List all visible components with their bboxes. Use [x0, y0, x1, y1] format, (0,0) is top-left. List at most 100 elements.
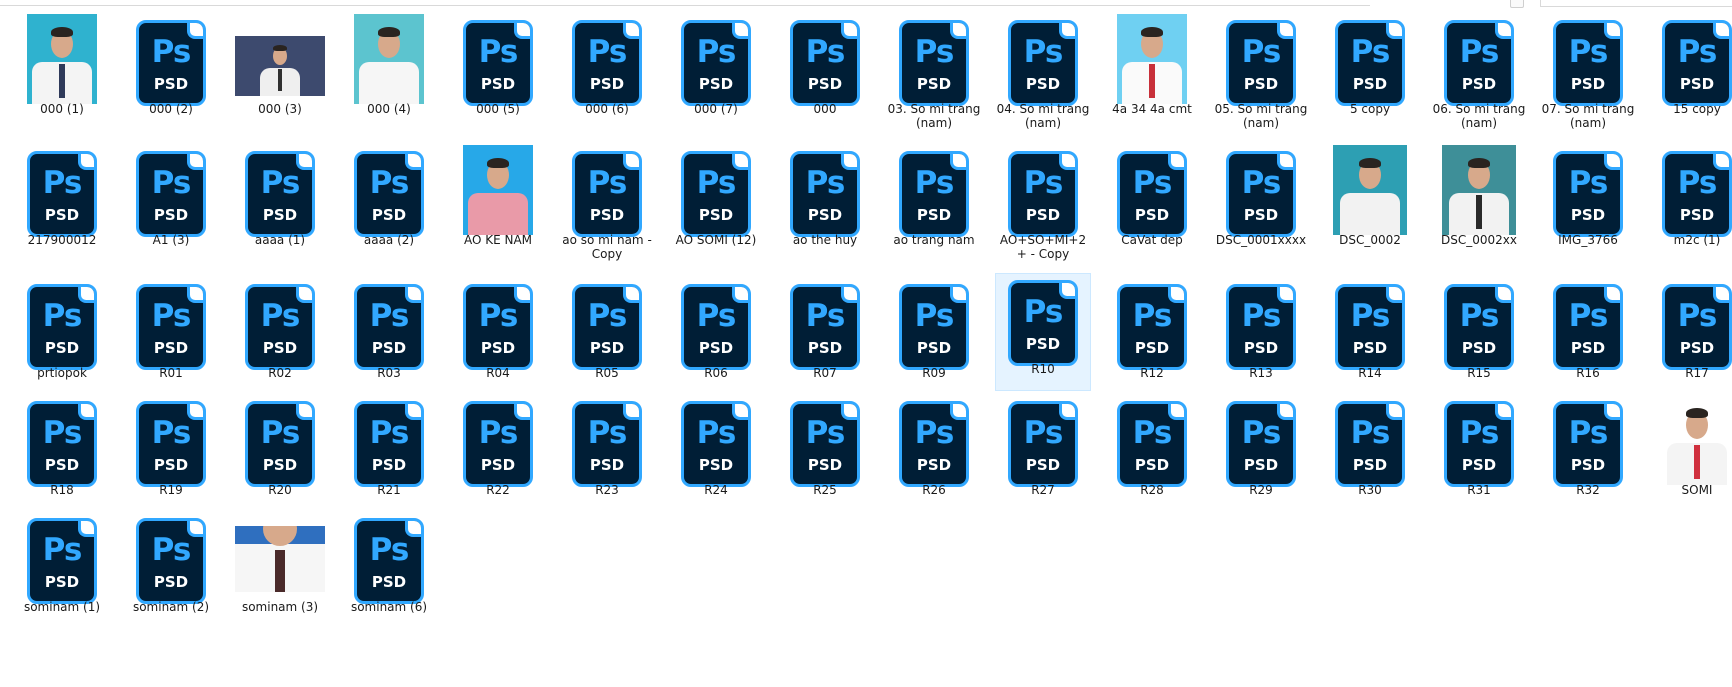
psd-file-item[interactable]: Ps PSD aaaa (2) — [341, 145, 437, 265]
psd-file-item[interactable]: Ps PSD 5 copy — [1322, 14, 1418, 134]
psd-extension-text: PSD — [807, 206, 843, 224]
psd-file-item[interactable]: Ps PSD sominam (2) — [123, 512, 219, 632]
photoshop-psd-icon: Ps PSD — [790, 20, 860, 106]
image-file-item[interactable]: 000 (1) — [14, 14, 110, 134]
psd-file-item[interactable]: Ps PSD R29 — [1213, 395, 1309, 515]
photoshop-psd-icon: Ps PSD — [354, 151, 424, 237]
ps-logo-text: Ps — [369, 298, 410, 334]
psd-file-item[interactable]: Ps PSD AO+SO+MI+2+ - Copy — [995, 145, 1091, 265]
psd-file-item[interactable]: Ps PSD 000 — [777, 14, 873, 134]
file-name-label: R26 — [922, 483, 946, 497]
image-file-item[interactable]: sominam (3) — [232, 512, 328, 632]
file-name-label: sominam (1) — [23, 600, 101, 614]
psd-file-item[interactable]: Ps PSD 000 (7) — [668, 14, 764, 134]
ps-logo-text: Ps — [587, 298, 628, 334]
file-thumbnail: Ps PSD — [1213, 145, 1309, 237]
psd-file-item[interactable]: Ps PSD R04 — [450, 278, 546, 398]
psd-file-item[interactable]: Ps PSD R20 — [232, 395, 328, 515]
psd-extension-text: PSD — [1461, 339, 1497, 357]
psd-file-item[interactable]: Ps PSD R28 — [1104, 395, 1200, 515]
psd-file-item[interactable]: Ps PSD DSC_0001xxxx — [1213, 145, 1309, 265]
psd-file-item[interactable]: Ps PSD R02 — [232, 278, 328, 398]
psd-file-item[interactable]: Ps PSD R09 — [886, 278, 982, 398]
photoshop-psd-icon: Ps PSD — [1008, 151, 1078, 237]
file-name-label: prtiopok — [37, 366, 87, 380]
psd-file-item[interactable]: Ps PSD prtiopok — [14, 278, 110, 398]
psd-extension-text: PSD — [1025, 456, 1061, 474]
file-thumbnail: Ps PSD — [232, 395, 328, 487]
psd-file-item[interactable]: Ps PSD R30 — [1322, 395, 1418, 515]
psd-file-item[interactable]: Ps PSD R31 — [1431, 395, 1527, 515]
psd-file-item[interactable]: Ps PSD R15 — [1431, 278, 1527, 398]
psd-file-item[interactable]: Ps PSD 217900012 — [14, 145, 110, 265]
file-name-label: 000 (4) — [367, 102, 411, 116]
psd-file-item[interactable]: Ps PSD AO SOMI (12) — [668, 145, 764, 265]
psd-file-item[interactable]: Ps PSD ao so mi nam - Copy — [559, 145, 655, 265]
psd-file-item[interactable]: Ps PSD R05 — [559, 278, 655, 398]
ps-logo-text: Ps — [1241, 165, 1282, 201]
psd-file-item[interactable]: Ps PSD R12 — [1104, 278, 1200, 398]
psd-extension-text: PSD — [1025, 335, 1061, 353]
psd-extension-text: PSD — [1352, 456, 1388, 474]
psd-file-item[interactable]: Ps PSD R17 — [1649, 278, 1732, 398]
psd-file-item[interactable]: Ps PSD R26 — [886, 395, 982, 515]
image-file-item[interactable]: SOMI — [1649, 395, 1732, 515]
psd-file-item[interactable]: Ps PSD R23 — [559, 395, 655, 515]
ps-logo-text: Ps — [369, 415, 410, 451]
psd-file-item[interactable]: Ps PSD R25 — [777, 395, 873, 515]
psd-file-item[interactable]: Ps PSD aaaa (1) — [232, 145, 328, 265]
image-file-item[interactable]: 4a 34 4a cmt — [1104, 14, 1200, 134]
psd-file-item[interactable]: Ps PSD R13 — [1213, 278, 1309, 398]
psd-file-item[interactable]: Ps PSD sominam (6) — [341, 512, 437, 632]
psd-file-item[interactable]: Ps PSD R10 — [995, 273, 1091, 391]
image-file-item[interactable]: 000 (4) — [341, 14, 437, 134]
psd-file-item[interactable]: Ps PSD 03. So mi trang (nam) — [886, 14, 982, 134]
image-file-item[interactable]: AO KE NAM — [450, 145, 546, 265]
psd-file-item[interactable]: Ps PSD R06 — [668, 278, 764, 398]
image-file-item[interactable]: DSC_0002 — [1322, 145, 1418, 265]
image-file-item[interactable]: DSC_0002xx — [1431, 145, 1527, 265]
photoshop-psd-icon: Ps PSD — [136, 20, 206, 106]
psd-file-item[interactable]: Ps PSD m2c (1) — [1649, 145, 1732, 265]
psd-file-item[interactable]: Ps PSD 04. So mi trang (nam) — [995, 14, 1091, 134]
psd-file-item[interactable]: Ps PSD sominam (1) — [14, 512, 110, 632]
psd-file-item[interactable]: Ps PSD R14 — [1322, 278, 1418, 398]
psd-file-item[interactable]: Ps PSD 07. So mi trang (nam) — [1540, 14, 1636, 134]
psd-file-item[interactable]: Ps PSD 000 (6) — [559, 14, 655, 134]
psd-file-item[interactable]: Ps PSD 15 copy — [1649, 14, 1732, 134]
psd-file-item[interactable]: Ps PSD A1 (3) — [123, 145, 219, 265]
psd-file-item[interactable]: Ps PSD 000 (5) — [450, 14, 546, 134]
refresh-button[interactable] — [1510, 0, 1524, 8]
photoshop-psd-icon: Ps PSD — [1335, 284, 1405, 370]
psd-file-item[interactable]: Ps PSD R03 — [341, 278, 437, 398]
psd-file-item[interactable]: Ps PSD R16 — [1540, 278, 1636, 398]
psd-file-item[interactable]: Ps PSD R19 — [123, 395, 219, 515]
psd-file-item[interactable]: Ps PSD CaVat dep — [1104, 145, 1200, 265]
file-thumbnail: Ps PSD — [1104, 145, 1200, 237]
psd-file-item[interactable]: Ps PSD R27 — [995, 395, 1091, 515]
file-name-label: 06. So mi trang (nam) — [1432, 102, 1526, 130]
image-file-item[interactable]: 000 (3) — [232, 14, 328, 134]
file-name-label: IMG_3766 — [1558, 233, 1618, 247]
psd-file-item[interactable]: Ps PSD R24 — [668, 395, 764, 515]
file-name-label: 217900012 — [27, 233, 97, 247]
psd-file-item[interactable]: Ps PSD R18 — [14, 395, 110, 515]
psd-file-item[interactable]: Ps PSD 05. So mi trang (nam) — [1213, 14, 1309, 134]
psd-file-item[interactable]: Ps PSD ao the huy — [777, 145, 873, 265]
psd-file-item[interactable]: Ps PSD R01 — [123, 278, 219, 398]
psd-extension-text: PSD — [807, 456, 843, 474]
psd-file-item[interactable]: Ps PSD R21 — [341, 395, 437, 515]
psd-extension-text: PSD — [1570, 339, 1606, 357]
psd-file-item[interactable]: Ps PSD 000 (2) — [123, 14, 219, 134]
psd-file-item[interactable]: Ps PSD ao trang nam — [886, 145, 982, 265]
file-name-label: R19 — [159, 483, 183, 497]
address-bar-edge — [0, 5, 1370, 6]
search-box-edge[interactable] — [1540, 0, 1732, 7]
file-name-label: DSC_0002 — [1339, 233, 1401, 247]
psd-file-item[interactable]: Ps PSD R22 — [450, 395, 546, 515]
psd-file-item[interactable]: Ps PSD IMG_3766 — [1540, 145, 1636, 265]
psd-file-item[interactable]: Ps PSD R07 — [777, 278, 873, 398]
psd-file-item[interactable]: Ps PSD 06. So mi trang (nam) — [1431, 14, 1527, 134]
file-name-label: 15 copy — [1673, 102, 1721, 116]
psd-file-item[interactable]: Ps PSD R32 — [1540, 395, 1636, 515]
